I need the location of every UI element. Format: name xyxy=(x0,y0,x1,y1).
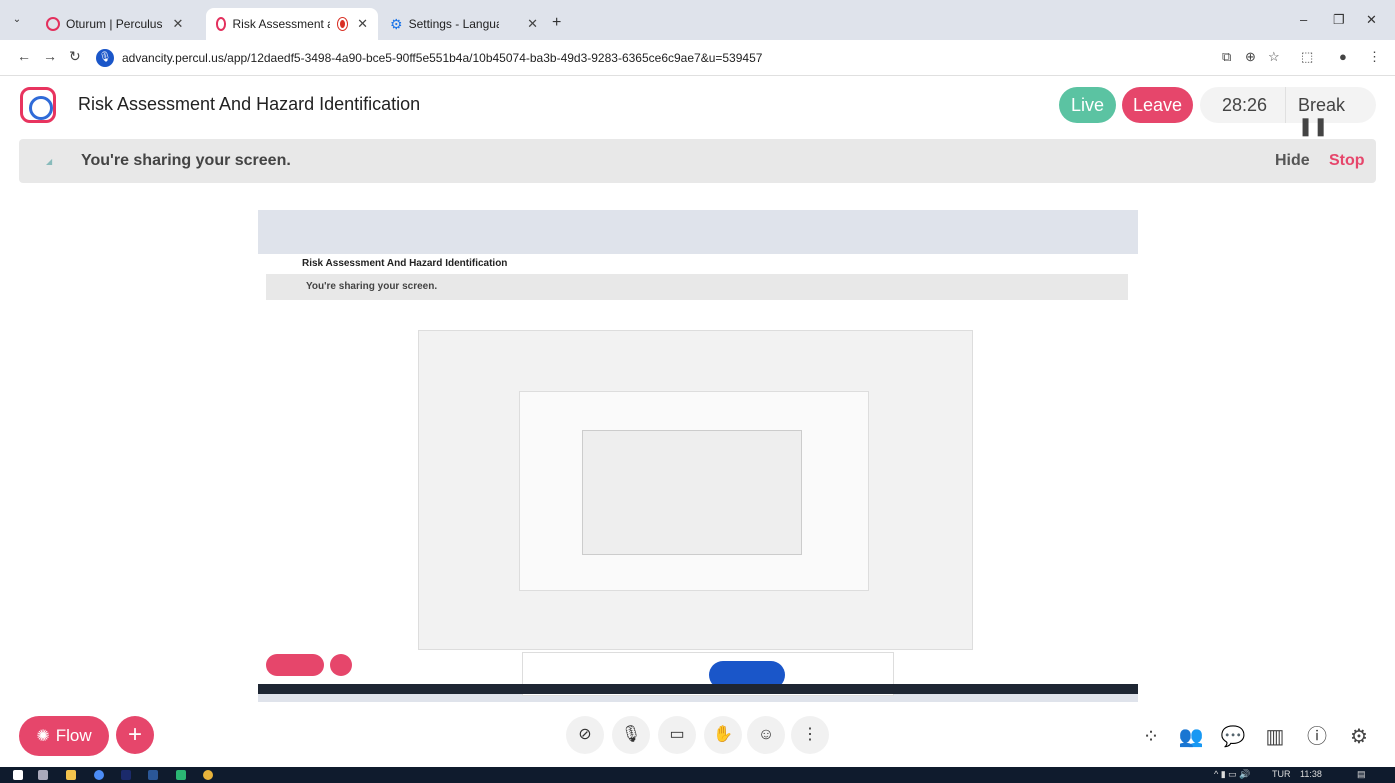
screen-share-off-icon[interactable]: ▭ xyxy=(658,716,696,754)
recording-indicator-icon xyxy=(337,18,348,30)
forward-button[interactable]: → xyxy=(43,48,57,64)
browser-tab-oturum[interactable]: Oturum | Perculus ✕ xyxy=(36,8,204,40)
more-options-icon[interactable]: ⋮ xyxy=(791,716,829,754)
leave-button[interactable]: Leave xyxy=(1122,87,1193,123)
preview-banner-text: You're sharing your screen. xyxy=(306,281,438,292)
hide-banner-link[interactable]: Hide xyxy=(1275,152,1310,170)
close-window-button[interactable]: ✕ xyxy=(1366,12,1377,28)
browser-toolbar: ← → ↻ 🎙 advancity.percul.us/app/12daedf5… xyxy=(0,40,1395,76)
zoom-icon[interactable]: ⊕ xyxy=(1245,49,1256,65)
flow-button[interactable]: ✺ Flow xyxy=(19,716,109,756)
mic-off-icon[interactable]: 🎙 xyxy=(612,716,650,754)
tab-close-icon[interactable]: ✕ xyxy=(357,16,368,32)
apps-grid-icon[interactable]: ⁘ xyxy=(1138,724,1164,750)
break-button[interactable]: Break ❚❚ xyxy=(1298,95,1376,137)
screen-share-banner: ◢ You're sharing your screen. Hide Stop xyxy=(19,139,1376,183)
minimize-button[interactable]: – xyxy=(1300,12,1307,27)
stop-sharing-link[interactable]: Stop xyxy=(1329,152,1365,170)
divider xyxy=(1285,87,1286,123)
site-info-icon[interactable]: 🎙 xyxy=(96,49,114,67)
tab-search-button[interactable]: ⌄ xyxy=(8,11,26,29)
word-icon[interactable] xyxy=(148,770,158,780)
preview-nested-screen-3 xyxy=(582,430,802,555)
preview-session-title: Risk Assessment And Hazard Identificatio… xyxy=(302,258,508,269)
browser-tab-settings[interactable]: ⚙ Settings - Languages ✕ xyxy=(380,8,548,40)
profile-avatar-icon[interactable]: ● xyxy=(1339,49,1347,64)
preview-taskbar xyxy=(258,684,1138,694)
participants-icon[interactable]: 👥 xyxy=(1178,724,1204,750)
preview-app-area: Risk Assessment And Hazard Identificatio… xyxy=(258,254,1138,696)
url-text: advancity.percul.us/app/12daedf5-3498-4a… xyxy=(122,51,763,65)
perculus-logo-icon xyxy=(20,87,56,123)
tab-title: Settings - Languages xyxy=(408,17,500,31)
share-indicator-icon: ◢ xyxy=(46,157,53,166)
camera-off-icon[interactable]: ⊘ xyxy=(566,716,604,754)
restore-button[interactable]: ❐ xyxy=(1333,12,1345,28)
app-icon[interactable] xyxy=(176,770,186,780)
flow-sparkle-icon: ✺ xyxy=(36,728,50,745)
language-indicator[interactable]: TUR xyxy=(1272,769,1291,779)
preview-nested-screen xyxy=(418,330,973,650)
info-icon[interactable]: ⓘ xyxy=(1304,724,1330,750)
clock[interactable]: 11:38 xyxy=(1300,769,1322,779)
chrome-canary-icon[interactable] xyxy=(203,770,213,780)
chrome-icon[interactable] xyxy=(94,770,104,780)
gear-icon: ⚙ xyxy=(390,16,403,32)
tray-icons[interactable]: ^ ▮ ▭ 🔊 xyxy=(1214,769,1250,780)
polls-chart-icon[interactable]: ▥ xyxy=(1262,724,1288,750)
tab-close-icon[interactable]: ✕ xyxy=(527,16,538,32)
chat-icon[interactable]: 💬 xyxy=(1220,724,1246,750)
task-view-icon[interactable] xyxy=(38,770,48,780)
new-tab-button[interactable]: + xyxy=(552,14,561,32)
preview-flow-button xyxy=(266,654,324,676)
screen-share-preview: Risk Assessment And Hazard Identificatio… xyxy=(258,210,1138,702)
perculus-favicon-icon xyxy=(216,17,227,31)
tab-close-icon[interactable]: ✕ xyxy=(172,16,183,32)
photoshop-icon[interactable] xyxy=(121,770,131,780)
bookmark-star-icon[interactable]: ☆ xyxy=(1268,49,1280,65)
windows-start-icon[interactable] xyxy=(13,770,23,780)
share-banner-text: You're sharing your screen. xyxy=(81,152,291,169)
file-explorer-icon[interactable] xyxy=(66,770,76,780)
browser-tabstrip: ⌄ Oturum | Perculus ✕ Risk Assessment an… xyxy=(0,0,1395,40)
timer-pill: 28:26 Break ❚❚ xyxy=(1200,87,1376,136)
raise-hand-icon[interactable]: ✋ xyxy=(704,716,742,754)
app-header: Risk Assessment And Hazard Identificatio… xyxy=(0,76,1395,136)
live-button[interactable]: Live xyxy=(1059,87,1116,123)
browser-tab-risk-assessment[interactable]: Risk Assessment and Hazar ✕ xyxy=(206,8,378,40)
flow-label: Flow xyxy=(55,726,92,745)
browser-menu-icon[interactable]: ⋮ xyxy=(1368,49,1381,65)
reload-button[interactable]: ↻ xyxy=(69,48,81,65)
back-button[interactable]: ← xyxy=(17,48,31,64)
preview-share-banner: You're sharing your screen. xyxy=(266,274,1128,300)
extensions-icon[interactable]: ⬚ xyxy=(1301,49,1313,65)
preview-nested-screen-2 xyxy=(519,391,869,591)
settings-gear-icon[interactable]: ⚙ xyxy=(1346,724,1372,750)
session-timer: 28:26 xyxy=(1222,95,1268,115)
preview-plus-button xyxy=(330,654,352,676)
perculus-app: Risk Assessment And Hazard Identificatio… xyxy=(0,76,1395,767)
emoji-reaction-icon[interactable]: ☺ xyxy=(747,716,785,754)
address-bar[interactable]: 🎙 advancity.percul.us/app/12daedf5-3498-… xyxy=(92,45,1202,71)
notification-icon[interactable]: ▤ xyxy=(1357,769,1366,780)
add-button[interactable]: + xyxy=(116,716,154,754)
os-taskbar: ^ ▮ ▭ 🔊 TUR 11:38 ▤ xyxy=(0,767,1395,783)
perculus-favicon-icon xyxy=(46,17,60,31)
cast-icon[interactable]: ⧉ xyxy=(1222,49,1231,65)
tab-title: Oturum | Perculus xyxy=(66,17,163,31)
tab-title: Risk Assessment and Hazar xyxy=(232,17,329,31)
session-title: Risk Assessment And Hazard Identificatio… xyxy=(78,94,421,114)
